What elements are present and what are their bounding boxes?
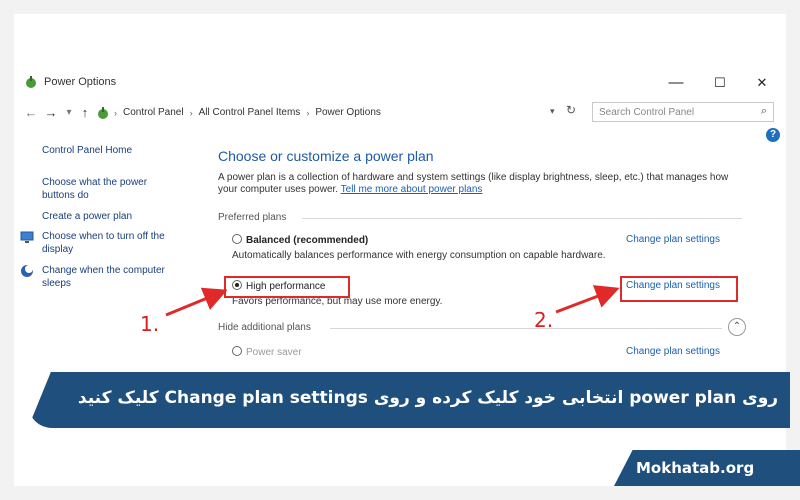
step-2-label: 2. bbox=[534, 308, 554, 332]
site-name: Mokhatab.org bbox=[636, 459, 755, 477]
instruction-text: روی power plan انتخابی خود کلیک کرده و ر… bbox=[77, 388, 779, 408]
site-badge: Mokhatab.org bbox=[614, 450, 800, 486]
instruction-banner: روی power plan انتخابی خود کلیک کرده و ر… bbox=[28, 372, 790, 428]
step-1-label: 1. bbox=[140, 312, 160, 336]
arrow-step-1 bbox=[165, 287, 228, 317]
arrow-step-2 bbox=[555, 285, 620, 314]
